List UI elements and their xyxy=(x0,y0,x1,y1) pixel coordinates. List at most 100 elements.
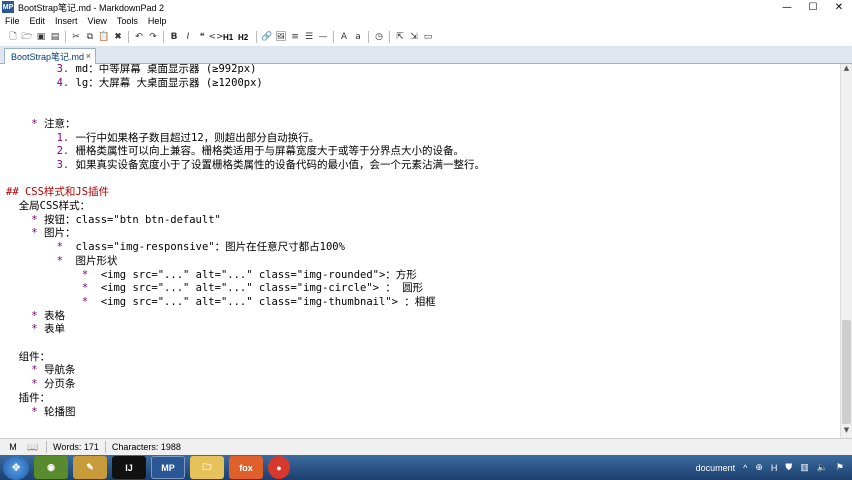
window-controls: — ☐ ✕ xyxy=(774,0,852,14)
editor-line: * 图片： xyxy=(31,227,76,240)
character-count: Characters: 1988 xyxy=(111,442,181,452)
tray-chevron-icon[interactable]: ^ xyxy=(743,463,747,473)
tray-flag-icon[interactable]: ⚑ xyxy=(836,462,844,473)
list-marker: * xyxy=(31,378,38,391)
list-marker: * xyxy=(31,405,38,418)
horizontal-rule-icon[interactable]: — xyxy=(316,30,330,44)
editor-line: 4. lg：大屏幕 大桌面显示器 (≥1200px) xyxy=(56,76,263,89)
menu-help[interactable]: Help xyxy=(143,16,172,26)
cut-icon[interactable]: ✂ xyxy=(69,30,83,44)
undo-icon[interactable]: ↶ xyxy=(132,30,146,44)
editor-line: 全局CSS样式： xyxy=(6,200,91,212)
taskbar-app-media[interactable]: ◉ xyxy=(34,456,68,479)
h2-button[interactable]: H2 xyxy=(238,33,253,42)
taskbar: ❖ ◉ ✎ IJ MP 🗀 fox ● document ^ ⊕ H ⛊ ▥ 🔈… xyxy=(0,455,852,480)
menu-edit[interactable]: Edit xyxy=(25,16,51,26)
bold-icon[interactable]: B xyxy=(167,30,181,44)
image-icon[interactable]: 🖼 xyxy=(274,30,288,44)
list-marker: * xyxy=(56,254,63,267)
preview-icon[interactable]: ⇱ xyxy=(393,30,407,44)
menu-tools[interactable]: Tools xyxy=(112,16,143,26)
h1-button[interactable]: H1 xyxy=(223,33,238,42)
list-marker: * xyxy=(31,117,38,130)
editor-line: * 轮播图 xyxy=(31,405,76,418)
taskbar-app-paint[interactable]: ✎ xyxy=(73,456,107,479)
minimize-button[interactable]: — xyxy=(774,0,800,14)
close-button[interactable]: ✕ xyxy=(826,0,852,14)
tray-volume-icon[interactable]: 🔈 xyxy=(817,462,828,473)
menu-insert[interactable]: Insert xyxy=(50,16,83,26)
toolbar-separator xyxy=(368,31,369,43)
book-icon[interactable]: 📖 xyxy=(26,440,40,454)
list-marker: 1. xyxy=(56,131,70,144)
vertical-scrollbar[interactable]: ▲ ▼ xyxy=(840,64,852,438)
tray-document-label[interactable]: document xyxy=(696,463,736,473)
italic-icon[interactable]: I xyxy=(181,30,195,44)
toolbar-separator xyxy=(65,31,66,43)
system-tray: document ^ ⊕ H ⛊ ▥ 🔈 ⚑ xyxy=(696,455,852,480)
editor-line: * 按钮：class="btn btn-default" xyxy=(31,213,221,226)
toolbar-separator xyxy=(389,31,390,43)
tab-label: BootStrap笔记.md xyxy=(11,52,85,62)
tab-bootstrap-notes[interactable]: BootStrap笔记.md × xyxy=(4,48,96,64)
markdown-mode-icon[interactable]: M xyxy=(6,440,20,454)
editor-line: * <img src="..." alt="..." class="img-th… xyxy=(81,295,436,308)
taskbar-app-idea[interactable]: IJ xyxy=(112,456,146,479)
taskbar-app-chrome[interactable]: ● xyxy=(268,456,290,479)
taskbar-app-explorer[interactable]: 🗀 xyxy=(190,456,224,479)
tray-security-icon[interactable]: ⛊ xyxy=(785,462,792,473)
redo-icon[interactable]: ↷ xyxy=(146,30,160,44)
start-button[interactable]: ❖ xyxy=(3,455,29,480)
code-icon[interactable]: <> xyxy=(208,30,223,44)
word-count: Words: 171 xyxy=(53,442,99,452)
menu-view[interactable]: View xyxy=(83,16,112,26)
editor-line: 2. 栅格类属性可以向上兼容。栅格类适用于与屏幕宽度大于或等于分界点大小的设备。 xyxy=(56,145,465,158)
taskbar-app-foxit[interactable]: fox xyxy=(229,456,263,479)
menu-file[interactable]: File xyxy=(0,16,25,26)
link-icon[interactable]: 🔗 xyxy=(260,30,274,44)
title-bar: MP BootStrap笔记.md - MarkdownPad 2 — ☐ ✕ xyxy=(0,0,852,14)
scroll-up-icon[interactable]: ▲ xyxy=(841,64,852,76)
editor-line: * <img src="..." alt="..." class="img-ro… xyxy=(81,268,417,281)
lowercase-icon[interactable]: a xyxy=(351,30,365,44)
ordered-list-icon[interactable]: ≡ xyxy=(288,30,302,44)
export-icon[interactable]: ⇲ xyxy=(407,30,421,44)
tray-ime-label[interactable]: H xyxy=(771,463,778,473)
uppercase-icon[interactable]: A xyxy=(337,30,351,44)
list-marker: 3. xyxy=(56,64,70,75)
quote-icon[interactable]: ❝ xyxy=(195,30,209,44)
editor-line: * 导航条 xyxy=(31,364,76,377)
copy-icon[interactable]: ⧉ xyxy=(83,30,97,44)
editor-line: * 注意： xyxy=(31,117,76,130)
open-folder-icon[interactable]: 🗁 xyxy=(20,30,34,44)
save-all-icon[interactable]: ▤ xyxy=(48,30,62,44)
toolbar-separator xyxy=(333,31,334,43)
unordered-list-icon[interactable]: ☰ xyxy=(302,30,316,44)
scroll-down-icon[interactable]: ▼ xyxy=(841,426,852,438)
timestamp-icon[interactable]: ◷ xyxy=(372,30,386,44)
list-marker: 3. xyxy=(56,158,70,171)
editor-pane[interactable]: 3. md：中等屏幕 桌面显示器 (≥992px) 4. lg：大屏幕 大桌面显… xyxy=(0,64,840,438)
tray-network-icon[interactable]: ▥ xyxy=(800,462,809,473)
taskbar-app-markdownpad[interactable]: MP xyxy=(151,456,185,479)
delete-icon[interactable]: ✖ xyxy=(111,30,125,44)
scroll-thumb[interactable] xyxy=(842,320,851,424)
editor-line: * 表单 xyxy=(31,323,65,336)
new-file-icon[interactable]: 🗋 xyxy=(6,30,20,44)
save-icon[interactable]: ▣ xyxy=(34,30,48,44)
editor-line: 插件： xyxy=(6,391,51,404)
editor-line: * <img src="..." alt="..." class="img-ci… xyxy=(81,282,424,295)
editor-line: 3. 如果真实设备宽度小于了设置栅格类属性的设备代码的最小值，会一个元素沾满一整… xyxy=(56,158,486,171)
toggle-preview-icon[interactable]: ▭ xyxy=(421,30,435,44)
editor-line: 3. md：中等屏幕 桌面显示器 (≥992px) xyxy=(56,64,257,75)
paste-icon[interactable]: 📋 xyxy=(97,30,111,44)
toolbar-separator xyxy=(128,31,129,43)
window-title: BootStrap笔记.md - MarkdownPad 2 xyxy=(18,2,165,13)
list-marker: * xyxy=(81,295,89,308)
editor-line: 组件： xyxy=(6,350,51,363)
tab-close-icon[interactable]: × xyxy=(86,51,91,61)
editor-line: * 图片形状 xyxy=(56,254,118,267)
tray-input-icon[interactable]: ⊕ xyxy=(755,462,763,473)
maximize-button[interactable]: ☐ xyxy=(800,0,826,14)
editor-line: ## CSS样式和JS插件 xyxy=(6,186,110,199)
